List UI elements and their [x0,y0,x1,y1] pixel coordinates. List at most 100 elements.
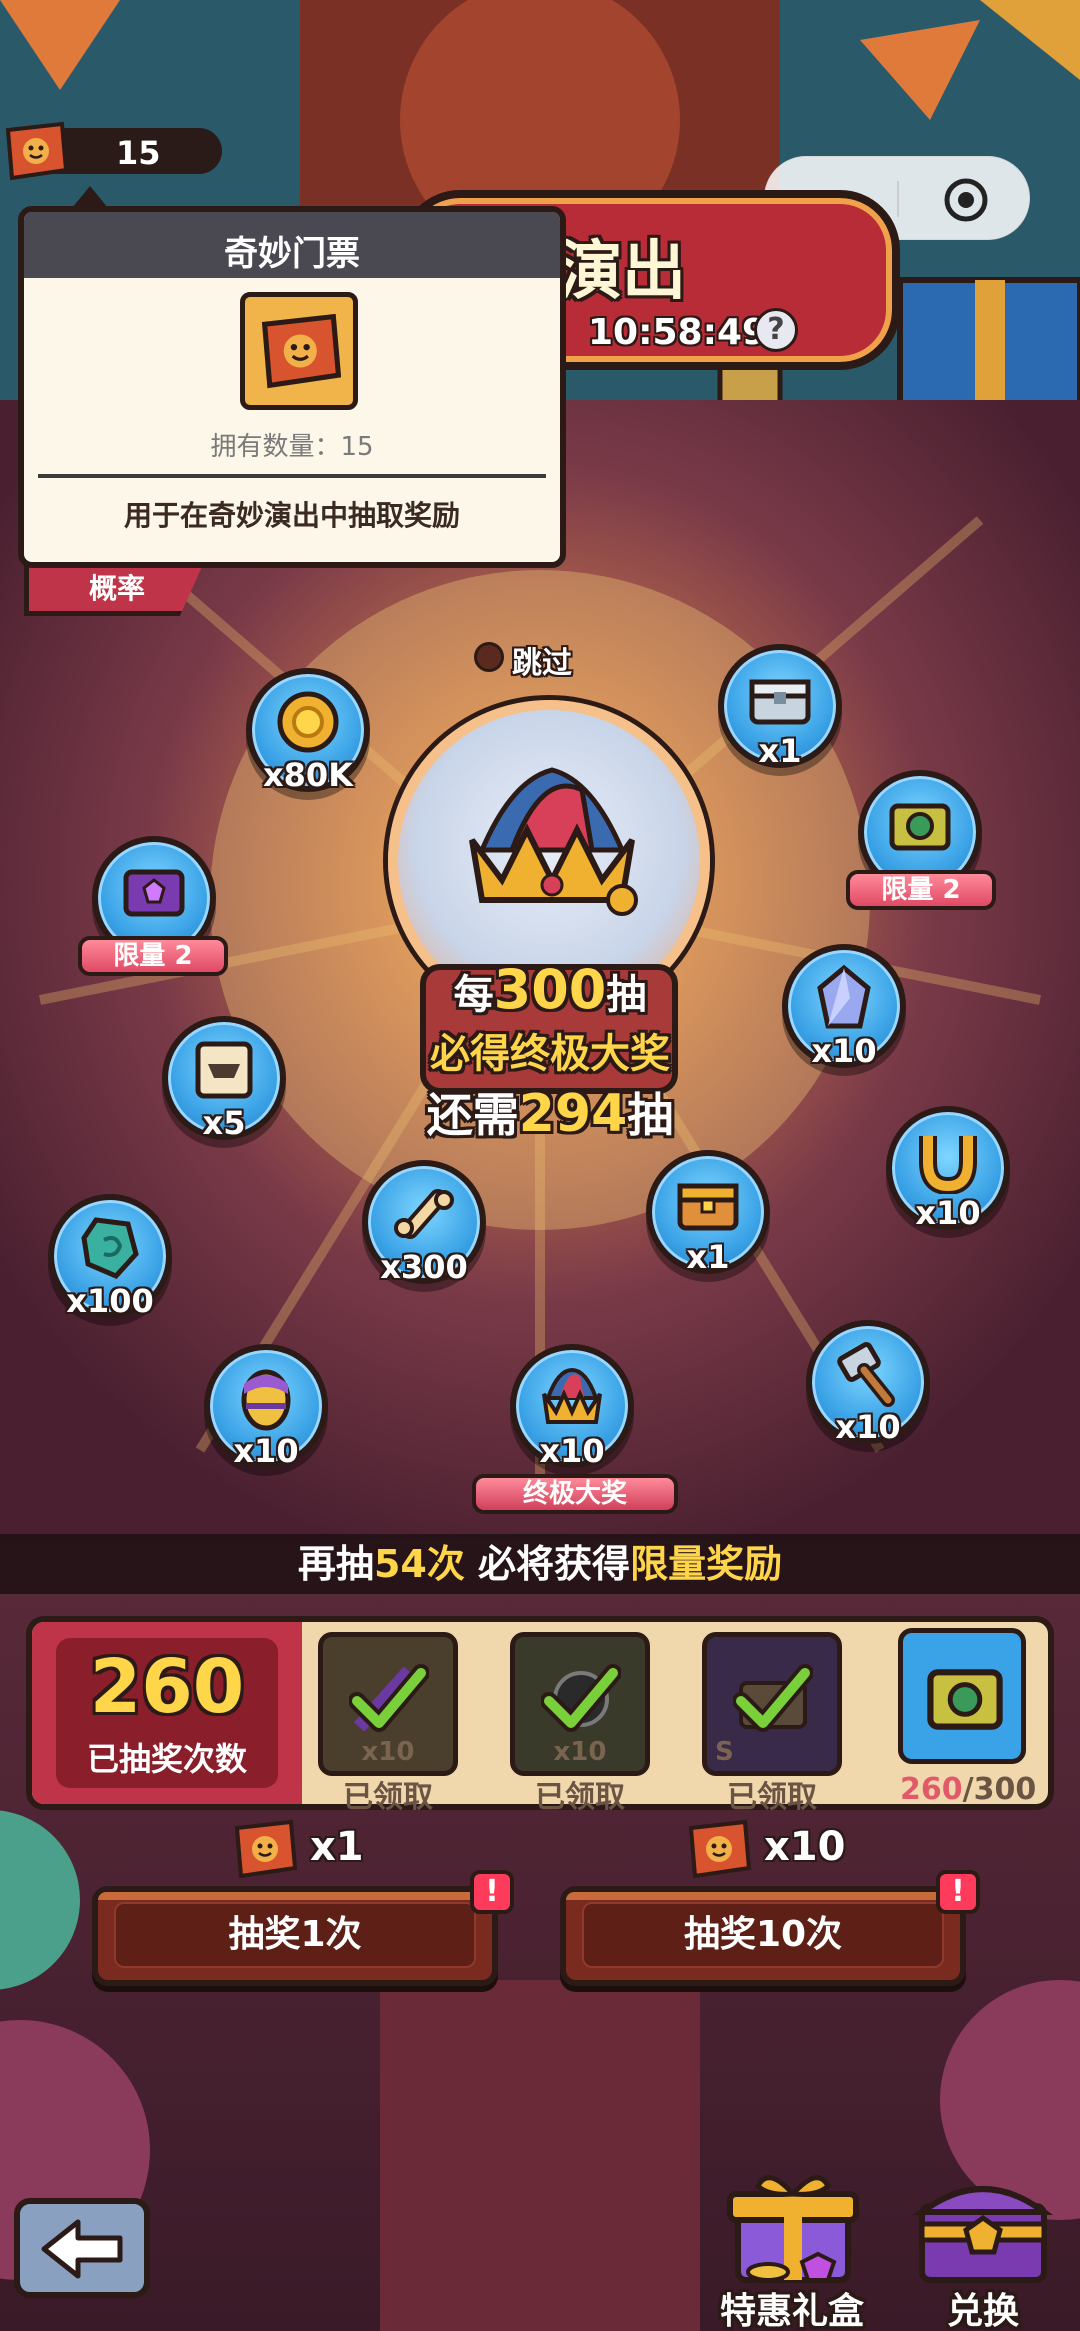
tooltip-description: 用于在奇妙演出中抽取奖励 [123,499,460,532]
ticket-icon [234,1819,298,1879]
ten-draw-cost-value: x10 [764,1824,846,1870]
owned-count: 拥有数量：15 [24,426,560,463]
ticket-icon [688,1819,752,1879]
reward-quantity: x5 [202,1104,246,1142]
draw-once-button[interactable]: 抽奖1次 [92,1886,498,1986]
reward-crystal: x10 [782,944,906,1070]
reward-quantity: x100 [66,1282,154,1320]
special-gift-button[interactable]: 特惠礼盒 [706,2166,878,2331]
tooltip-title: 奇妙门票 [224,234,360,274]
hammer-icon [837,1342,895,1407]
ten-draw-cost: x10 [680,1818,880,1879]
gift-box-icon [727,2175,859,2283]
help-icon: ? [767,312,785,347]
ticket-icon [261,313,341,389]
reward-quantity: x10 [233,1432,299,1470]
skip-toggle[interactable]: 跳过 [474,638,594,681]
sword-icon [349,1664,429,1732]
reward-quantity: x10 [811,1032,877,1070]
skip-label: 跳过 [512,646,572,681]
claimed-label: 已领取 [343,1780,433,1815]
exchange-label: 兑换 [946,2291,1019,2331]
reward-gold-coin: x80K [246,668,370,794]
milestone-slot: S [702,1632,842,1776]
purple-chest-icon [123,869,185,917]
single-draw-cost-value: x1 [310,1824,364,1870]
draw-once-alert-badge: ! [470,1870,514,1914]
reward-quantity: x10 [835,1408,901,1446]
guarantee-text: 每300抽 必得终极大奖 还需294抽 [360,958,740,1145]
limited-tag: 限量 2 [78,936,228,976]
owned-label: 拥有数量： [210,432,341,462]
green-chest-icon [927,1669,1003,1730]
tooltip-header: 奇妙门票 [24,212,560,278]
horseshoe-icon [919,1136,977,1194]
probability-label: 概率 [89,572,146,605]
draw-count-inner: 260 已抽奖次数 [56,1638,278,1788]
single-draw-cost: x1 [226,1818,386,1879]
treasure-chest-icon [913,2186,1053,2283]
reward-gold-chest: x1 [646,1150,770,1276]
draw-interval: 300 [493,958,607,1021]
progress-total: /300 [962,1772,1037,1807]
gold-coin-icon [277,691,339,753]
egg-icon [241,1369,291,1431]
draws-remaining: 294 [518,1084,628,1144]
draw-ten-alert-badge: ! [936,1870,980,1914]
back-arrow-icon [41,2219,123,2279]
claimed-label: 已领取 [535,1780,625,1815]
reward-jester-crown: x10 [510,1344,634,1470]
owned-value: 15 [340,432,374,462]
special-gift-label: 特惠礼盒 [719,2291,864,2331]
milestone-slot: x10 [318,1632,458,1776]
help-button[interactable]: ? [754,308,798,352]
gold-chest-icon [677,1183,739,1231]
next-milestone-slot[interactable] [898,1628,1026,1764]
skip-checkbox[interactable] [474,642,504,672]
reward-egg: x10 [204,1344,328,1470]
back-button[interactable] [14,2198,150,2298]
ultimate-prize-tag: 终极大奖 [472,1474,678,1514]
silver-chest-icon [749,679,811,725]
reward-quantity: x10 [915,1194,981,1232]
ticket-counter[interactable]: 15 [5,121,222,181]
claimed-label: 已领取 [727,1780,817,1815]
limited-notice: 再抽54次 必将获得限量奖励 [0,1534,1080,1594]
guarantee-line2: 必得终极大奖 [430,1031,670,1077]
reward-quantity: x1 [758,732,802,770]
orb-icon [541,1664,621,1732]
dark-chest-icon [733,1664,813,1732]
draw-once-label: 抽奖1次 [114,1902,476,1968]
reward-quantity: x300 [380,1248,468,1286]
milestone-slot: x10 [510,1632,650,1776]
jester-crown-icon [469,767,638,916]
crystal-icon [817,964,871,1029]
remaining-draws: 54次 [373,1542,465,1586]
milestone-qty: x10 [361,1737,415,1767]
guarantee-line1: 每300抽 [453,958,647,1021]
target-icon [944,178,988,222]
jester-crown-icon [542,1367,602,1424]
reward-hammer: x10 [806,1320,930,1446]
event-timer: 10:58:49 [588,312,768,353]
close-button[interactable] [899,157,1031,241]
ticket-item-frame [240,292,358,410]
milestone-qty: x10 [553,1737,607,1767]
green-gem-icon [81,1217,139,1279]
guarantee-line3: 还需294抽 [426,1084,674,1144]
draw-count-box: 260 已抽奖次数 [32,1622,302,1804]
tooltip-divider [38,474,546,478]
draw-count-label: 已抽奖次数 [86,1740,247,1778]
alert-icon: ! [951,1874,965,1909]
draw-ten-button[interactable]: 抽奖10次 [560,1886,966,1986]
reward-quantity: x80K [263,756,353,794]
exchange-button[interactable]: 兑换 [898,2166,1068,2331]
alert-icon: ! [485,1874,499,1909]
green-chest-icon [889,803,951,851]
reward-silver-chest: x1 [718,644,842,770]
draw-ten-label: 抽奖10次 [582,1902,944,1968]
draw-count: 260 [89,1644,245,1730]
limited-tag: 限量 2 [846,870,996,910]
reward-bone: x300 [362,1160,486,1286]
bone-icon [394,1189,454,1239]
